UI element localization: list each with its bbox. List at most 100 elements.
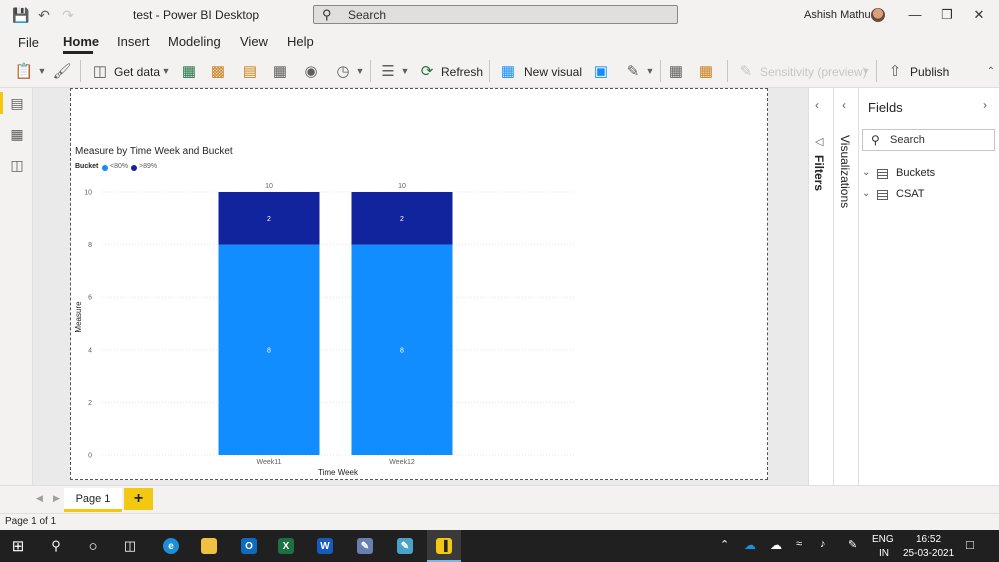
next-page-icon[interactable]: ▶: [53, 493, 60, 504]
redo-icon[interactable]: ↷: [60, 7, 76, 23]
quick-measure-icon[interactable]: ▦: [697, 62, 715, 80]
ribbon-separator: [370, 60, 371, 82]
get-data-button[interactable]: Get data: [114, 65, 160, 79]
tab-view[interactable]: View: [240, 34, 268, 49]
data-view-icon[interactable]: ▦: [9, 126, 25, 142]
dataset-icon[interactable]: ▩: [209, 62, 227, 80]
new-visual-button[interactable]: New visual: [524, 65, 582, 79]
y-axis-title: Measure: [74, 301, 83, 333]
page-tab-page1[interactable]: Page 1: [64, 488, 122, 512]
ribbon-separator: [660, 60, 661, 82]
ribbon-collapse-icon[interactable]: ⌃: [982, 62, 999, 80]
paste-dropdown-icon[interactable]: ▼: [33, 62, 51, 80]
publish-button[interactable]: Publish: [910, 65, 949, 79]
ribbon-separator: [727, 60, 728, 82]
notepad-icon[interactable]: ✎: [397, 538, 413, 554]
legend-title: Bucket: [75, 163, 99, 170]
fields-search-placeholder: Search: [890, 134, 925, 146]
minimize-icon[interactable]: —: [906, 6, 924, 24]
tab-modeling[interactable]: Modeling: [168, 34, 221, 49]
language-bottom[interactable]: IN: [879, 548, 889, 559]
show-hidden-icons-icon[interactable]: ⌃: [720, 538, 729, 551]
refresh-button[interactable]: Refresh: [441, 65, 483, 79]
enter-data-icon[interactable]: ▦: [271, 62, 289, 80]
avatar[interactable]: [871, 8, 885, 22]
format-painter-icon[interactable]: 🖌: [52, 62, 71, 80]
more-visuals-icon[interactable]: ✎: [624, 62, 642, 80]
restore-icon[interactable]: ❐: [938, 6, 956, 24]
transform-data-icon[interactable]: ☰: [379, 62, 397, 80]
y-tick-label: 0: [88, 453, 92, 460]
task-view-icon[interactable]: ◫: [121, 537, 139, 555]
search-icon[interactable]: ⚲: [47, 537, 65, 555]
language-top[interactable]: ENG: [872, 534, 894, 545]
notifications-icon[interactable]: □: [966, 537, 974, 552]
onedrive-icon[interactable]: ☁: [744, 538, 756, 552]
wifi-icon[interactable]: ≈: [796, 538, 802, 550]
visualizations-label[interactable]: Visualizations: [838, 135, 852, 208]
y-tick-label: 8: [88, 242, 92, 249]
outlook-icon[interactable]: O: [241, 538, 257, 554]
windows-start-icon[interactable]: ⊞: [9, 537, 27, 555]
edge-icon[interactable]: e: [163, 538, 179, 554]
get-data-dropdown-icon[interactable]: ▼: [157, 62, 175, 80]
tab-insert[interactable]: Insert: [117, 34, 150, 49]
tab-file[interactable]: File: [18, 35, 39, 50]
excel-icon[interactable]: X: [278, 538, 294, 554]
y-tick-label: 10: [84, 190, 92, 197]
more-visuals-dropdown-icon[interactable]: ▼: [641, 62, 659, 80]
cortana-icon[interactable]: ○: [84, 537, 102, 555]
chevron-down-icon[interactable]: ⌄: [862, 167, 870, 178]
transform-dropdown-icon[interactable]: ▼: [396, 62, 414, 80]
visualizations-expand-icon[interactable]: ‹: [842, 98, 846, 112]
close-icon[interactable]: ✕: [970, 6, 988, 24]
word-icon[interactable]: W: [317, 538, 333, 554]
y-tick-label: 4: [88, 347, 92, 354]
sensitivity-dropdown-icon[interactable]: ▼: [857, 62, 875, 80]
text-box-icon[interactable]: ▣: [592, 62, 610, 80]
save-icon[interactable]: 💾: [12, 7, 29, 23]
fields-search-input[interactable]: ⚲ Search: [862, 129, 995, 151]
recent-sources-dropdown-icon[interactable]: ▼: [351, 62, 369, 80]
add-page-button[interactable]: +: [124, 488, 153, 510]
user-name[interactable]: Ashish Mathur: [804, 9, 874, 21]
title-search-box[interactable]: ⚲ Search: [313, 5, 678, 24]
onedrive-personal-icon[interactable]: ☁: [770, 538, 782, 552]
new-measure-icon[interactable]: ▦: [667, 62, 685, 80]
y-tick-label: 2: [88, 400, 92, 407]
search-icon: ⚲: [871, 133, 880, 147]
refresh-icon[interactable]: ⟳: [418, 62, 436, 80]
paste-icon[interactable]: 📋: [15, 62, 34, 80]
recent-sources-icon[interactable]: ◷: [334, 62, 352, 80]
clock-date[interactable]: 25-03-2021: [903, 548, 954, 559]
filters-label[interactable]: Filters: [812, 155, 826, 191]
sensitivity-button[interactable]: Sensitivity (preview): [760, 65, 867, 79]
paint-icon[interactable]: ✎: [357, 538, 373, 554]
get-data-icon[interactable]: ◫: [91, 62, 109, 80]
sensitivity-icon[interactable]: ✎: [737, 62, 755, 80]
excel-workbook-icon[interactable]: ▦: [180, 62, 198, 80]
tab-home[interactable]: Home: [63, 34, 99, 49]
clock-time[interactable]: 16:52: [916, 534, 941, 545]
dataverse-icon[interactable]: ◉: [302, 62, 320, 80]
new-visual-icon[interactable]: ▦: [499, 62, 517, 80]
power-bi-icon[interactable]: ▐: [436, 538, 452, 554]
undo-icon[interactable]: ↶: [36, 7, 52, 23]
sql-server-icon[interactable]: ▤: [241, 62, 259, 80]
active-tab-indicator: [63, 51, 93, 54]
window-title: test - Power BI Desktop: [133, 8, 260, 22]
fields-collapse-icon[interactable]: ›: [983, 98, 987, 112]
tab-help[interactable]: Help: [287, 34, 314, 49]
volume-icon[interactable]: ♪: [820, 538, 826, 550]
report-view-icon[interactable]: ▤: [9, 95, 25, 111]
model-view-icon[interactable]: ◫: [9, 157, 25, 173]
file-explorer-icon[interactable]: [201, 538, 217, 554]
pen-icon[interactable]: ✎: [848, 538, 857, 551]
filters-collapse-icon[interactable]: ‹: [815, 98, 819, 112]
page-status: Page 1 of 1: [5, 516, 57, 527]
stacked-column-chart[interactable]: 0 2 4 6 8 10 8 2 10 Week11 8 2 10 Week12 Measure Time…: [70, 175, 590, 480]
publish-icon[interactable]: ⇧: [886, 62, 904, 80]
chevron-down-icon[interactable]: ⌄: [862, 188, 870, 199]
ribbon-separator: [80, 60, 81, 82]
prev-page-icon[interactable]: ◀: [36, 493, 43, 504]
